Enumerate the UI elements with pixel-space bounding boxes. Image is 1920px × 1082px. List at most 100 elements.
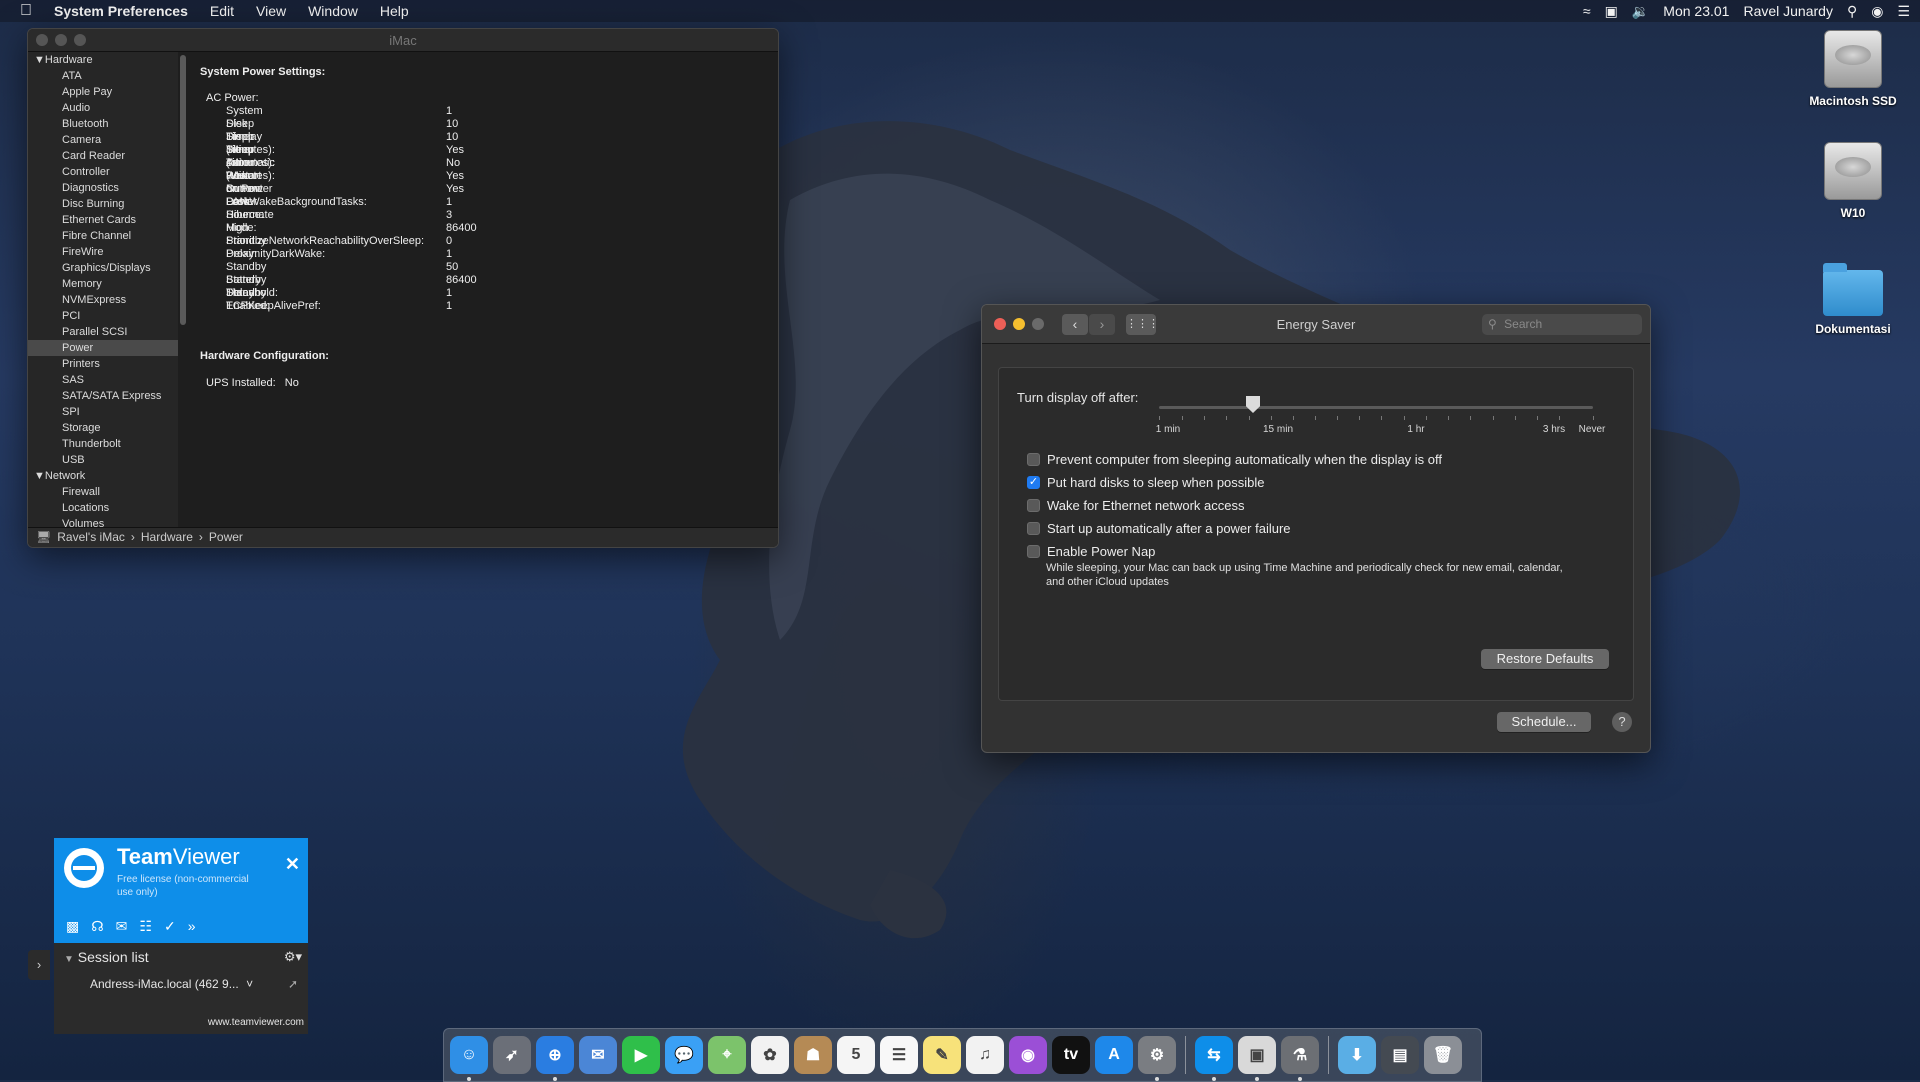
contacts-icon[interactable]: ☗ [794, 1036, 832, 1074]
window-titlebar[interactable]: iMac [28, 29, 778, 52]
chevron-down-icon[interactable]: ˅ [246, 977, 253, 991]
schedule-button[interactable]: Schedule... [1497, 712, 1591, 732]
sidebar-scrollbar[interactable] [180, 55, 186, 325]
notification-center-icon[interactable]: ☰ [1897, 3, 1910, 20]
checkbox-box[interactable] [1027, 499, 1040, 512]
menu-edit[interactable]: Edit [199, 3, 245, 19]
sidebar-item-storage[interactable]: Storage [28, 420, 178, 436]
launchpad-icon[interactable]: ➶ [493, 1036, 531, 1074]
preview-icon[interactable]: ▣ [1238, 1036, 1276, 1081]
file-transfer-icon[interactable]: ☷ [139, 918, 152, 935]
photos-icon[interactable]: ✿ [751, 1036, 789, 1074]
gear-icon[interactable]: ⚙▾ [284, 949, 302, 965]
messages-icon[interactable]: 💬 [665, 1036, 703, 1074]
help-button[interactable]: ? [1612, 712, 1632, 732]
clock[interactable]: Mon 23.01 [1663, 3, 1729, 19]
desktop-icon-macintosh-ssd[interactable]: Macintosh SSD [1788, 30, 1918, 108]
siri-icon[interactable]: ◉ [1871, 3, 1883, 20]
path-item-hardware[interactable]: Hardware [141, 528, 193, 547]
downloads-folder-icon[interactable]: ⬇ [1338, 1036, 1376, 1074]
checkbox-box[interactable] [1027, 545, 1040, 558]
sidebar-item-apple-pay[interactable]: Apple Pay [28, 84, 178, 100]
sidebar-item-nvmexpress[interactable]: NVMExpress [28, 292, 178, 308]
sidebar-item-disc-burning[interactable]: Disc Burning [28, 196, 178, 212]
airplay-icon[interactable]: ▣ [1605, 3, 1618, 20]
desktop-icon-w10[interactable]: W10 [1788, 142, 1918, 220]
notes-icon[interactable]: ✎ [923, 1036, 961, 1074]
menu-help[interactable]: Help [369, 3, 420, 19]
restore-defaults-button[interactable]: Restore Defaults [1481, 649, 1609, 669]
website-link[interactable]: www.teamviewer.com [208, 1017, 304, 1028]
tv-icon[interactable]: tv [1052, 1036, 1090, 1074]
expand-panel-button[interactable]: › [28, 950, 50, 980]
menu-window[interactable]: Window [297, 3, 369, 19]
volume-icon[interactable]: 🔉 [1632, 3, 1649, 20]
session-list-header[interactable]: ▼ Session list [64, 949, 149, 965]
music-icon[interactable]: ♫ [966, 1036, 1004, 1074]
pin-icon[interactable]: ➚ [288, 977, 298, 991]
sidebar-item-pci[interactable]: PCI [28, 308, 178, 324]
headset-icon[interactable]: ☊ [91, 918, 103, 935]
close-icon[interactable]: ✕ [285, 854, 300, 875]
hard-disk-sleep-checkbox[interactable]: ✓ Put hard disks to sleep when possible [1027, 475, 1265, 490]
window-titlebar[interactable]: ‹ › ⋮⋮⋮ Energy Saver ⚲ Search [982, 305, 1650, 344]
teamviewer-icon[interactable]: ⇆ [1195, 1036, 1233, 1081]
wifi-icon[interactable]: ≈ [1583, 3, 1591, 19]
reminders-icon[interactable]: ☰ [880, 1036, 918, 1074]
prevent-sleep-checkbox[interactable]: Prevent computer from sleeping automatic… [1027, 452, 1442, 467]
app-store-icon[interactable]: A [1095, 1036, 1133, 1074]
sidebar-item-camera[interactable]: Camera [28, 132, 178, 148]
chat-icon[interactable]: ✉ [116, 918, 128, 935]
sidebar-item-card-reader[interactable]: Card Reader [28, 148, 178, 164]
sidebar-item-parallel-scsi[interactable]: Parallel SCSI [28, 324, 178, 340]
finder-icon[interactable]: ☺ [450, 1036, 488, 1081]
system-information-icon[interactable]: ⚗ [1281, 1036, 1319, 1081]
path-item-power[interactable]: Power [209, 528, 243, 547]
sidebar-item-power[interactable]: Power [28, 340, 178, 356]
checkbox-box[interactable] [1027, 522, 1040, 535]
sidebar-item-memory[interactable]: Memory [28, 276, 178, 292]
sidebar-item-locations[interactable]: Locations [28, 500, 178, 516]
podcasts-icon[interactable]: ◉ [1009, 1036, 1047, 1074]
maps-icon[interactable]: ⌖ [708, 1036, 746, 1074]
sidebar-item-sata-sata-express[interactable]: SATA/SATA Express [28, 388, 178, 404]
sidebar-item-fibre-channel[interactable]: Fibre Channel [28, 228, 178, 244]
sidebar-item-diagnostics[interactable]: Diagnostics [28, 180, 178, 196]
more-icon[interactable]: » [188, 918, 196, 935]
spotlight-search-icon[interactable]: ⚲ [1847, 3, 1857, 20]
session-device-item[interactable]: Andress-iMac.local (462 9... ˅ [90, 977, 253, 991]
display-sleep-slider-track[interactable] [1159, 406, 1593, 409]
sidebar-item-ata[interactable]: ATA [28, 68, 178, 84]
system-preferences-icon[interactable]: ⚙ [1138, 1036, 1176, 1081]
display-sleep-slider-thumb[interactable] [1246, 396, 1260, 413]
desktop-icon-dokumentasi[interactable]: Dokumentasi [1788, 262, 1918, 336]
facetime-icon[interactable]: ▶ [622, 1036, 660, 1074]
screenshots-stack-icon[interactable]: ▤ [1381, 1036, 1419, 1074]
calendar-icon[interactable]: 5 [837, 1036, 875, 1074]
sidebar-item-graphics-displays[interactable]: Graphics/Displays [28, 260, 178, 276]
menu-app-name[interactable]: System Preferences [43, 3, 199, 19]
apple-menu-icon[interactable]:  [0, 2, 43, 20]
sidebar-item-usb[interactable]: USB [28, 452, 178, 468]
sidebar-group-network[interactable]: ▼Network [28, 468, 178, 484]
sidebar-item-spi[interactable]: SPI [28, 404, 178, 420]
search-field[interactable]: ⚲ Search [1482, 314, 1642, 335]
sidebar-item-ethernet-cards[interactable]: Ethernet Cards [28, 212, 178, 228]
path-item-computer[interactable]: Ravel's iMac [57, 528, 125, 547]
safari-icon[interactable]: ⊕ [536, 1036, 574, 1081]
user-name[interactable]: Ravel Junardy [1743, 3, 1833, 19]
sidebar-item-printers[interactable]: Printers [28, 356, 178, 372]
sidebar-item-controller[interactable]: Controller [28, 164, 178, 180]
checkbox-box[interactable] [1027, 453, 1040, 466]
sidebar-item-audio[interactable]: Audio [28, 100, 178, 116]
sidebar-item-thunderbolt[interactable]: Thunderbolt [28, 436, 178, 452]
sidebar-item-firewall[interactable]: Firewall [28, 484, 178, 500]
mail-icon[interactable]: ✉ [579, 1036, 617, 1074]
trash-icon[interactable]: 🗑 [1424, 1036, 1462, 1074]
power-nap-checkbox[interactable]: Enable Power Nap [1027, 544, 1155, 559]
sidebar-item-bluetooth[interactable]: Bluetooth [28, 116, 178, 132]
sidebar-group-hardware[interactable]: ▼Hardware [28, 52, 178, 68]
tools-icon[interactable]: ✓ [164, 918, 176, 935]
wake-ethernet-checkbox[interactable]: Wake for Ethernet network access [1027, 498, 1245, 513]
sidebar-item-firewire[interactable]: FireWire [28, 244, 178, 260]
